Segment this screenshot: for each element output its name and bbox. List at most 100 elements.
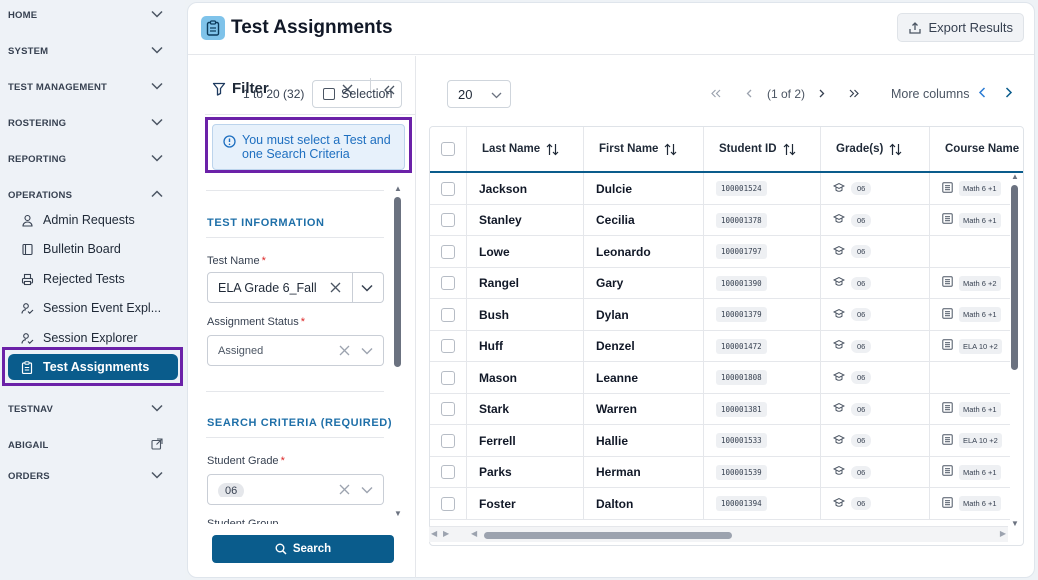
row-checkbox[interactable] xyxy=(441,402,455,416)
nav-section-rostering[interactable]: ROSTERING xyxy=(0,109,185,137)
scroll-left-icon[interactable]: ◀ xyxy=(431,529,437,538)
row-select-cell[interactable] xyxy=(430,425,467,456)
nav-section-orders[interactable]: ORDERS xyxy=(0,462,185,490)
row-select-cell[interactable] xyxy=(430,236,467,267)
page-title: Test Assignments xyxy=(231,17,393,38)
clear-icon[interactable] xyxy=(339,345,353,356)
table-vertical-scrollbar[interactable]: ▲ ▼ xyxy=(1008,172,1022,528)
select-all-checkbox[interactable] xyxy=(441,142,455,156)
student-id-cell: 100001797 xyxy=(704,236,821,267)
nav-section-test-management[interactable]: TEST MANAGEMENT xyxy=(0,73,185,101)
grade-chip[interactable]: 06 xyxy=(218,482,245,497)
export-results-button[interactable]: Export Results xyxy=(897,13,1024,42)
clear-icon[interactable] xyxy=(330,282,344,293)
nav-section-testnav[interactable]: TESTNAV xyxy=(0,395,185,423)
scroll-left-icon[interactable]: ◀ xyxy=(471,529,477,538)
filter-scrollbar[interactable]: ▲ ▼ xyxy=(394,184,402,518)
sidebar-item-rejected-tests[interactable]: Rejected Tests xyxy=(8,266,178,292)
table-row[interactable]: Jackson Dulcie 100001524 06 Math 6 +1 xyxy=(430,173,1010,205)
row-select-cell[interactable] xyxy=(430,173,467,204)
nav-section-reporting[interactable]: REPORTING xyxy=(0,145,185,173)
row-checkbox[interactable] xyxy=(441,276,455,290)
row-checkbox[interactable] xyxy=(441,339,455,353)
nav-section-system[interactable]: SYSTEM xyxy=(0,37,185,65)
scroll-thumb[interactable] xyxy=(394,197,401,367)
sidebar-item-admin-requests[interactable]: Admin Requests xyxy=(8,207,178,233)
row-select-cell[interactable] xyxy=(430,393,467,425)
columns-next-icon[interactable] xyxy=(1005,87,1013,101)
grades-cell: 06 xyxy=(821,236,930,267)
chevron-down-icon xyxy=(151,46,163,57)
sidebar-item-session-event-expl[interactable]: Session Event Expl... xyxy=(8,295,178,321)
row-checkbox[interactable] xyxy=(441,465,455,479)
chevron-down-icon[interactable] xyxy=(361,347,375,355)
sort-icon[interactable] xyxy=(546,143,559,156)
search-button[interactable]: Search xyxy=(212,535,394,563)
row-checkbox[interactable] xyxy=(441,181,455,196)
row-checkbox[interactable] xyxy=(441,496,455,511)
table-row[interactable]: Bush Dylan 100001379 06 Math 6 +1 xyxy=(430,299,1010,331)
table-row[interactable]: Lowe Leonardo 100001797 06 xyxy=(430,236,1010,268)
table-horizontal-scrollbar[interactable]: ◀ ▶ ◀ ▶ xyxy=(429,526,1008,542)
scroll-thumb[interactable] xyxy=(1011,185,1018,370)
row-checkbox[interactable] xyxy=(441,213,455,227)
column-header-first-name[interactable]: First Name xyxy=(584,127,704,171)
first-name-cell: Warren xyxy=(584,393,704,425)
row-select-cell[interactable] xyxy=(430,299,467,330)
grades-cell: 06 xyxy=(821,299,930,330)
grade-cap-icon xyxy=(832,434,846,448)
scroll-down-icon[interactable]: ▼ xyxy=(1011,519,1019,528)
row-select-cell[interactable] xyxy=(430,267,467,299)
chevron-down-icon[interactable] xyxy=(361,284,375,292)
course-cell: Math 6 +1 xyxy=(930,394,1010,425)
row-checkbox[interactable] xyxy=(441,370,455,385)
next-page-icon[interactable] xyxy=(819,87,825,101)
page-size-select[interactable]: 20 xyxy=(447,80,511,108)
table-row[interactable]: Huff Denzel 100001472 06 ELA 10 +2 xyxy=(430,330,1010,362)
sort-icon[interactable] xyxy=(889,143,902,156)
row-select-cell[interactable] xyxy=(430,330,467,362)
scroll-right-icon[interactable]: ▶ xyxy=(443,529,449,538)
sort-icon[interactable] xyxy=(783,143,796,156)
table-row[interactable]: Foster Dalton 100001394 06 Math 6 +1 xyxy=(430,488,1010,520)
scroll-thumb[interactable] xyxy=(484,532,732,539)
last-page-icon[interactable] xyxy=(849,87,859,101)
table-row[interactable]: Rangel Gary 100001390 06 Math 6 +2 xyxy=(430,267,1010,299)
row-select-cell[interactable] xyxy=(430,204,467,236)
nav-section-home[interactable]: HOME xyxy=(0,1,185,29)
test-name-select[interactable]: ELA Grade 6_Fall xyxy=(207,272,384,303)
scroll-down-icon[interactable]: ▼ xyxy=(394,509,402,518)
row-select-cell[interactable] xyxy=(430,362,467,393)
selection-button[interactable]: Selection xyxy=(312,80,402,108)
column-header-last-name[interactable]: Last Name xyxy=(467,127,584,171)
clear-icon[interactable] xyxy=(339,484,353,495)
sort-icon[interactable] xyxy=(664,143,677,156)
scroll-up-icon[interactable]: ▲ xyxy=(1011,172,1019,181)
table-row[interactable]: Mason Leanne 100001808 06 xyxy=(430,362,1010,394)
row-select-cell[interactable] xyxy=(430,456,467,488)
prev-page-icon[interactable] xyxy=(746,87,752,101)
student-id-badge: 100001533 xyxy=(716,433,767,448)
table-row[interactable]: Stanley Cecilia 100001378 06 Math 6 +1 xyxy=(430,204,1010,236)
row-select-cell[interactable] xyxy=(430,488,467,519)
column-header-grades[interactable]: Grade(s) xyxy=(821,127,930,171)
assignment-status-select[interactable]: Assigned xyxy=(207,335,384,366)
sidebar-item-bulletin-board[interactable]: Bulletin Board xyxy=(8,236,178,262)
columns-prev-icon[interactable] xyxy=(978,87,986,101)
chevron-down-icon[interactable] xyxy=(361,486,375,494)
nav-section-operations[interactable]: OPERATIONS xyxy=(0,181,185,209)
table-row[interactable]: Parks Herman 100001539 06 Math 6 +1 xyxy=(430,456,1010,488)
row-checkbox[interactable] xyxy=(441,433,455,448)
student-grade-select[interactable]: 06 xyxy=(207,474,384,505)
column-header-course-name[interactable]: Course Name xyxy=(930,127,1023,171)
table-row[interactable]: Ferrell Hallie 100001533 06 ELA 10 +2 xyxy=(430,425,1010,457)
column-header-student-id[interactable]: Student ID xyxy=(704,127,821,171)
row-checkbox[interactable] xyxy=(441,307,455,322)
scroll-right-icon[interactable]: ▶ xyxy=(1000,529,1006,538)
table-row[interactable]: Stark Warren 100001381 06 Math 6 +1 xyxy=(430,393,1010,425)
first-page-icon[interactable] xyxy=(711,87,721,101)
nav-section-abigail[interactable]: ABIGAIL xyxy=(0,431,185,459)
scroll-up-icon[interactable]: ▲ xyxy=(394,184,402,193)
select-all-header[interactable] xyxy=(430,127,467,171)
row-checkbox[interactable] xyxy=(441,244,455,259)
